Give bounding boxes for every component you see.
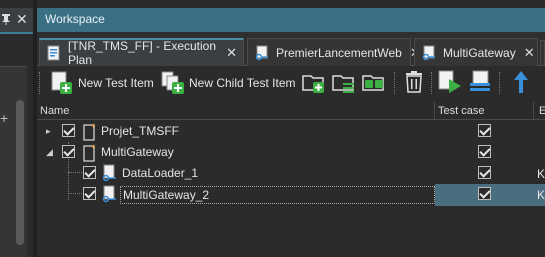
tab-label: [TNR_TMS_FF] - Execution Plan	[68, 39, 217, 67]
arrow-up-icon	[511, 69, 531, 98]
new-child-test-item-label: New Child Test Item	[189, 76, 296, 90]
toolbar: New Test Item New Child Test Item	[37, 66, 545, 100]
row-extra-value: K	[537, 188, 545, 202]
test-case-checkbox[interactable]	[478, 145, 491, 158]
toolbar-separator	[394, 72, 398, 94]
tab-premierlancementweb[interactable]: PremierLancementWeb ✕	[247, 38, 421, 66]
row-name: Projet_TMSFF	[101, 124, 180, 138]
table-row[interactable]: MultiGateway_2 K	[37, 184, 545, 206]
execution-plan-icon	[46, 45, 62, 61]
column-header-extra[interactable]: E	[539, 105, 545, 117]
trash-icon	[401, 69, 427, 98]
new-test-item-button[interactable]: New Test Item	[49, 70, 154, 96]
row-name[interactable]: MultiGateway_2	[120, 186, 435, 204]
row-checkbox[interactable]	[83, 166, 96, 179]
add-subfolder-button[interactable]	[361, 70, 387, 96]
new-test-item-label: New Test Item	[78, 76, 154, 90]
new-test-item-icon	[49, 70, 75, 96]
run-list-icon	[467, 69, 493, 98]
tab-bar: [TNR_TMS_FF] - Execution Plan ✕ PremierL…	[37, 32, 545, 67]
tab-multigateway[interactable]: MultiGateway ✕	[414, 38, 538, 66]
svg-text:*: *	[91, 123, 96, 133]
pin-icon[interactable]	[1, 13, 11, 28]
execution-plan-tree: Name Test case E ▸ * Projet_TMSFF ◢ * Mu…	[37, 102, 545, 257]
tab-label: PremierLancementWeb	[276, 45, 402, 60]
key-test-icon	[254, 45, 270, 61]
tab-overflow[interactable]	[540, 40, 545, 66]
tab-execution-plan[interactable]: [TNR_TMS_FF] - Execution Plan ✕	[39, 38, 244, 67]
row-name: MultiGateway	[101, 145, 174, 159]
close-icon[interactable]: ✕	[16, 11, 28, 28]
new-folder-button[interactable]	[301, 70, 327, 96]
table-row[interactable]: ◢ * MultiGateway	[37, 142, 545, 164]
subfolder-icon	[361, 69, 387, 98]
folder-list-icon	[331, 69, 357, 98]
run-button[interactable]	[437, 70, 463, 96]
row-checkbox[interactable]	[83, 187, 96, 200]
collapse-arrow-icon[interactable]: ◢	[46, 147, 53, 158]
toolbar-separator	[431, 72, 435, 94]
tab-label: MultiGateway	[443, 45, 516, 60]
new-child-test-item-button[interactable]: New Child Test Item	[160, 70, 295, 96]
toolbar-grip	[39, 72, 43, 94]
close-icon[interactable]: ✕	[226, 45, 237, 61]
row-checkbox[interactable]	[62, 145, 75, 158]
row-name: DataLoader_1	[122, 166, 199, 180]
move-up-button[interactable]	[511, 70, 531, 96]
key-test-icon	[101, 164, 117, 183]
run-test-icon	[437, 69, 463, 98]
workspace-title: Workspace	[37, 8, 545, 32]
folder-star-icon: *	[82, 122, 98, 141]
row-extra-value: K	[537, 167, 545, 181]
close-icon[interactable]: ✕	[524, 45, 535, 61]
test-case-checkbox[interactable]	[478, 166, 491, 179]
row-checkbox[interactable]	[62, 124, 75, 137]
test-case-checkbox[interactable]	[478, 187, 491, 200]
column-header-test-case[interactable]: Test case	[438, 105, 484, 117]
left-panel-header: ✕	[0, 8, 33, 34]
run-list-button[interactable]	[467, 70, 493, 96]
new-child-test-item-icon	[160, 70, 186, 96]
table-row[interactable]: DataLoader_1 K	[37, 163, 545, 185]
add-list-folder-button[interactable]	[331, 70, 357, 96]
key-test-icon	[101, 185, 117, 204]
expand-arrow-icon[interactable]: ▸	[46, 126, 51, 137]
table-header: Name Test case E	[37, 102, 545, 120]
delete-button[interactable]	[401, 70, 427, 96]
column-header-name[interactable]: Name	[40, 105, 69, 117]
toolbar-separator	[499, 72, 503, 94]
left-panel: ✕ +	[0, 0, 33, 257]
svg-text:*: *	[91, 144, 96, 154]
column-separator[interactable]	[533, 102, 534, 120]
table-row[interactable]: ▸ * Projet_TMSFF	[37, 121, 545, 143]
left-scrollbar[interactable]	[16, 100, 24, 245]
column-separator[interactable]	[434, 102, 435, 120]
folder-star-icon: *	[82, 143, 98, 162]
new-folder-icon	[301, 69, 327, 98]
expand-plus-icon[interactable]: +	[0, 110, 8, 126]
key-test-icon	[421, 45, 437, 61]
test-case-checkbox[interactable]	[478, 124, 491, 137]
